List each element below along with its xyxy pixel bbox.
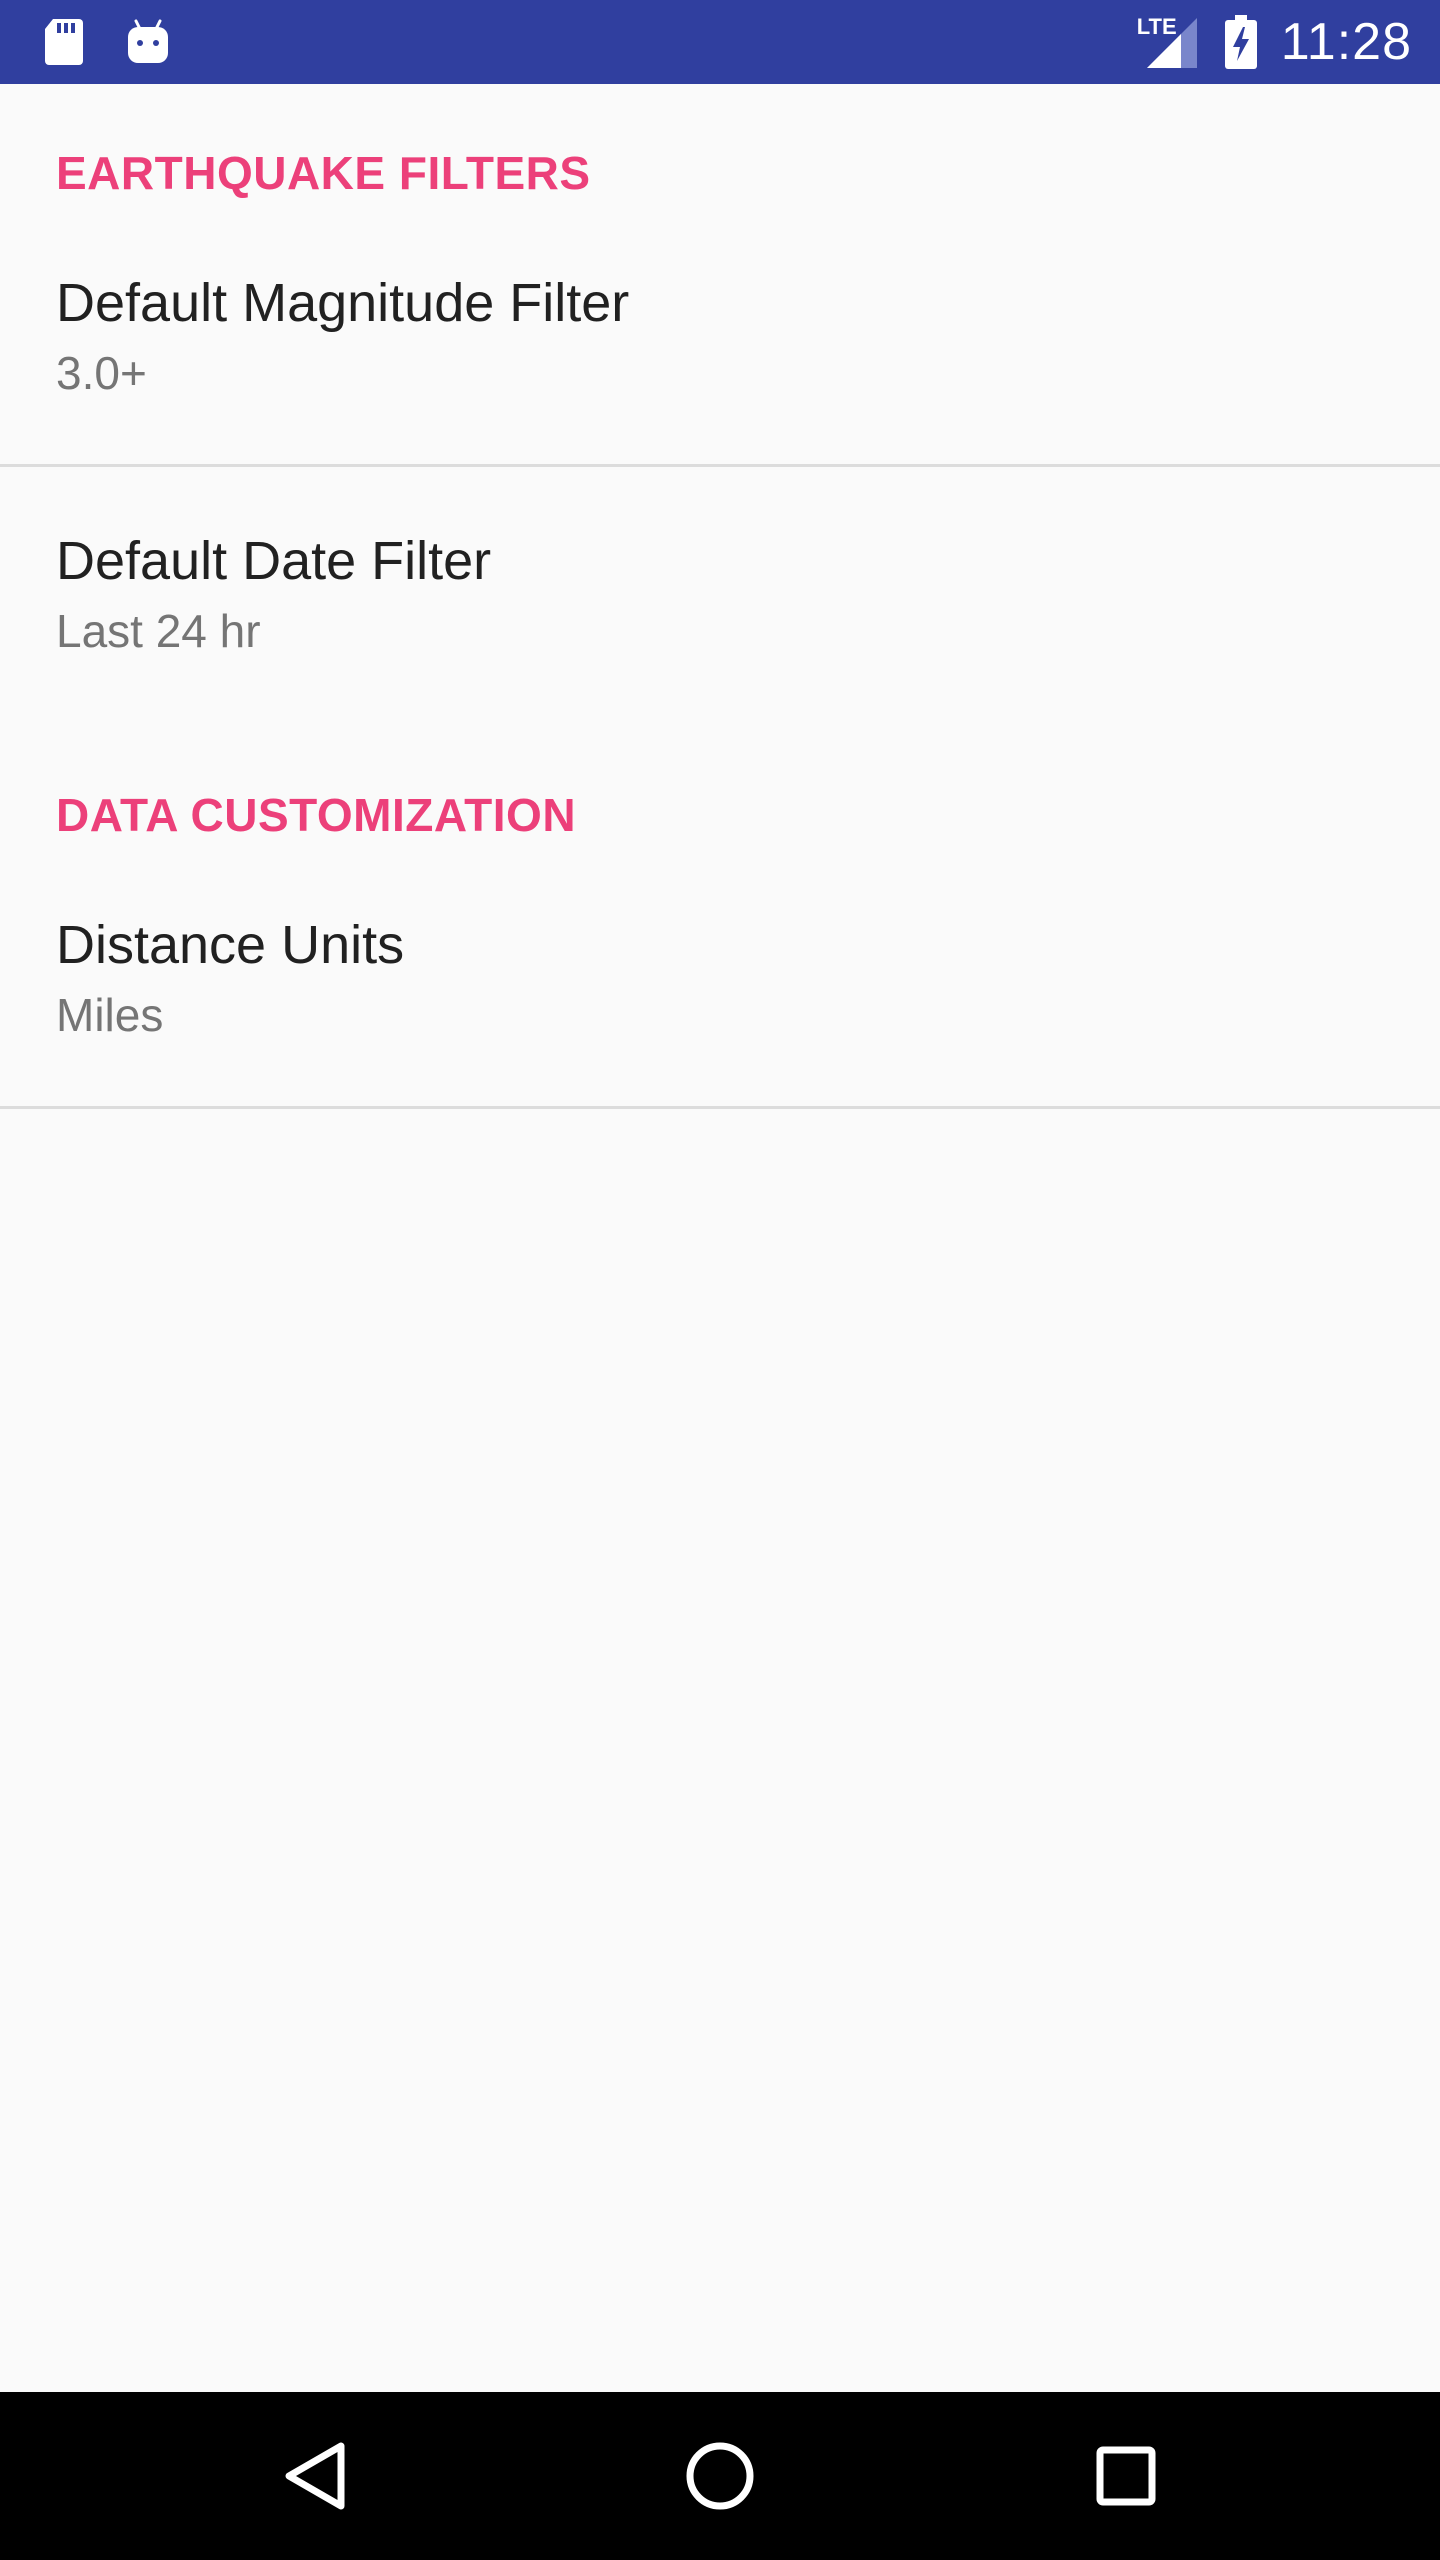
status-icons: LTE 11:28 [1137,0,1412,84]
pref-title-date: Default Date Filter [56,531,492,591]
recents-icon[interactable] [1046,2392,1206,2560]
category-earthquake-filters: EARTHQUAKE FILTERS [56,147,591,199]
pref-title-distance: Distance Units [56,915,405,975]
settings-list: EARTHQUAKE FILTERS Default Magnitude Fil… [0,84,1440,2392]
status-time: 11:28 [1280,13,1412,71]
back-icon[interactable] [236,2392,396,2560]
pref-title-magnitude: Default Magnitude Filter [56,273,630,333]
pref-summary-date: Last 24 hr [56,605,261,657]
pref-summary-distance: Miles [56,989,164,1041]
pref-summary-magnitude: 3.0+ [56,347,147,399]
home-icon[interactable] [640,2392,800,2560]
status-bar: LTE 11:28 [0,0,1440,84]
navigation-bar [0,2392,1440,2560]
battery-charging-icon [1224,15,1257,69]
android-debug-icon [124,0,172,84]
pref-default-magnitude-filter[interactable] [0,214,1440,454]
signal-icon: LTE [1137,12,1201,72]
category-data-customization: DATA CUSTOMIZATION [56,789,577,841]
divider [0,464,1440,467]
divider [0,1106,1440,1109]
network-label: LTE [1136,14,1177,39]
sd-card-icon [40,0,88,84]
pref-distance-units[interactable] [0,864,1440,1088]
